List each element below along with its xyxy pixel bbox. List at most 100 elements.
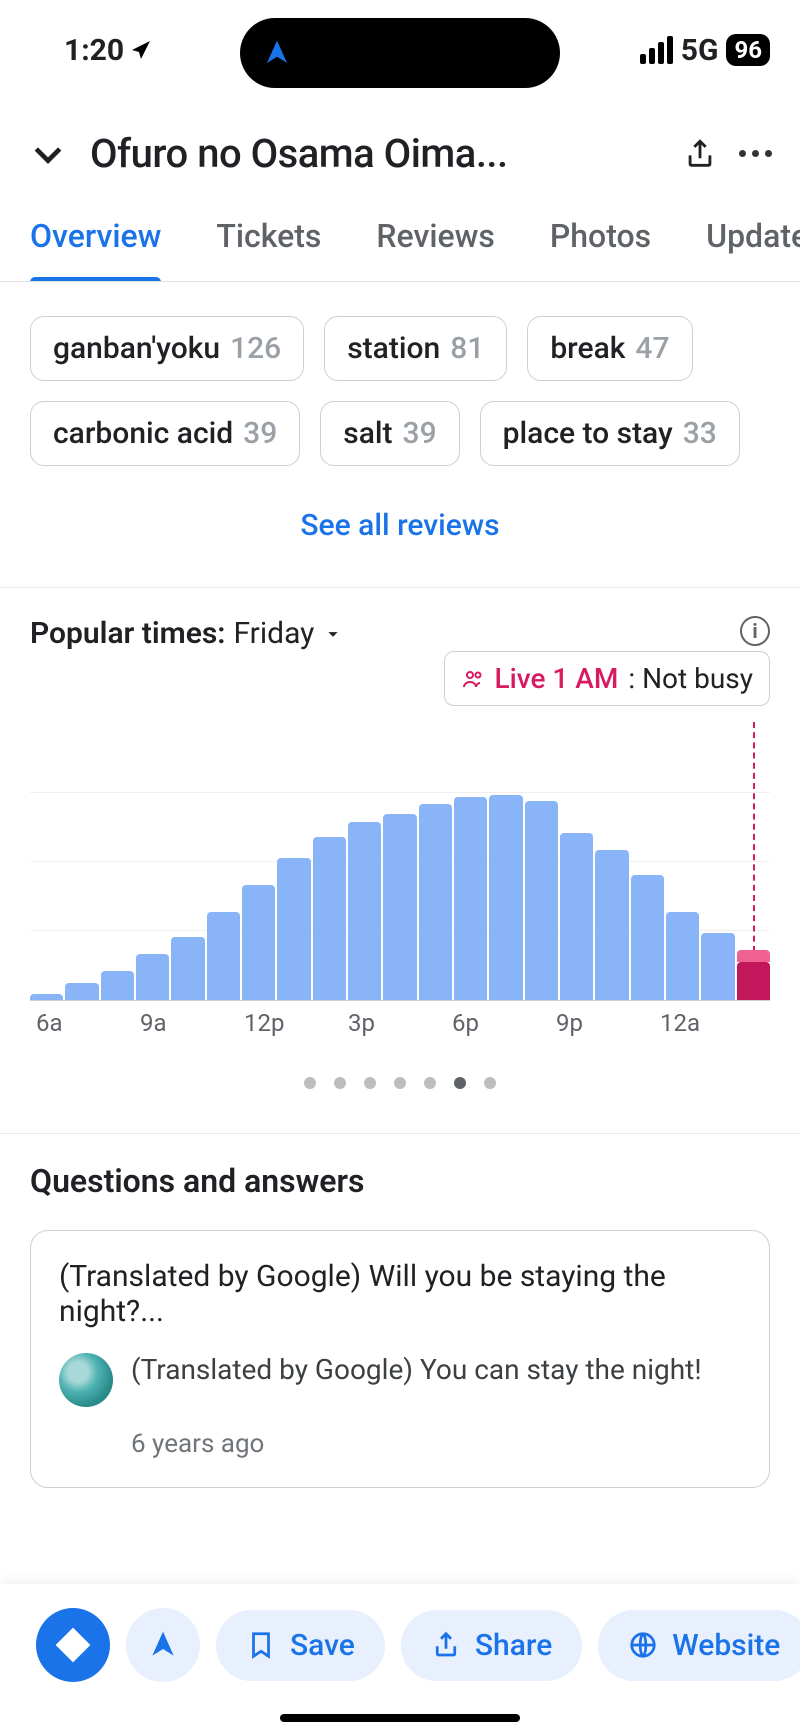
popular-times-header[interactable]: Popular times: Friday (30, 616, 770, 651)
chip-label: break (550, 331, 625, 366)
chart-bar[interactable] (30, 994, 63, 1000)
x-tick: 3p (348, 1009, 452, 1037)
status-time: 1:20 (64, 33, 124, 68)
location-arrow-icon (130, 38, 154, 62)
share-header-button[interactable] (683, 137, 717, 171)
cellular-signal-icon (640, 36, 673, 64)
share-icon (431, 1630, 461, 1660)
start-nav-button[interactable] (126, 1608, 200, 1682)
review-chip[interactable]: break 47 (527, 316, 692, 381)
chart-bar[interactable] (207, 912, 240, 1000)
chart-bar[interactable] (631, 875, 664, 1000)
collapse-button[interactable] (28, 134, 68, 174)
chart-bar[interactable] (313, 837, 346, 1000)
qa-answer: (Translated by Google) You can stay the … (131, 1353, 702, 1386)
bottom-action-bar: Save Share Website (0, 1584, 800, 1734)
live-badge: Live 1 AM : Not busy (444, 651, 771, 706)
chart-bar[interactable] (65, 983, 98, 1000)
home-indicator[interactable] (280, 1714, 520, 1722)
share-button[interactable]: Share (401, 1610, 582, 1681)
info-icon: i (752, 619, 757, 643)
dynamic-island[interactable] (240, 18, 560, 88)
chart-bar[interactable] (101, 971, 134, 1000)
chart-bar[interactable] (595, 850, 628, 1000)
tab-reviews[interactable]: Reviews (376, 217, 494, 281)
review-chip[interactable]: ganban'yoku126 (30, 316, 304, 381)
chart-bar[interactable] (701, 933, 734, 1000)
chart-bar[interactable] (737, 962, 770, 1000)
x-tick: 12p (244, 1009, 348, 1037)
share-label: Share (475, 1628, 552, 1663)
review-chip[interactable]: salt39 (320, 401, 459, 466)
chart-bar[interactable] (242, 885, 275, 1000)
review-chip[interactable]: carbonic acid39 (30, 401, 300, 466)
pagination-dot[interactable] (334, 1077, 346, 1089)
chip-count: 39 (243, 416, 277, 451)
network-type: 5G (681, 33, 719, 68)
bookmark-icon (246, 1630, 276, 1660)
review-chip[interactable]: station81 (324, 316, 507, 381)
globe-icon (628, 1630, 658, 1660)
qa-timestamp: 6 years ago (131, 1429, 741, 1459)
review-chip[interactable]: place to stay 33 (480, 401, 740, 466)
chart-bars (30, 791, 770, 1000)
see-all-reviews-link[interactable]: See all reviews (30, 466, 770, 587)
chip-count: 81 (450, 331, 484, 366)
pagination-dot[interactable] (424, 1077, 436, 1089)
chart-area (30, 791, 770, 1001)
chip-count: 47 (635, 331, 669, 366)
chip-label: salt (343, 416, 392, 451)
pagination-dot[interactable] (304, 1077, 316, 1089)
chart-bar[interactable] (383, 814, 416, 1000)
chart-bar[interactable] (525, 801, 558, 1000)
chart-bar[interactable] (277, 858, 310, 1000)
chart-bar[interactable] (560, 833, 593, 1000)
website-button[interactable]: Website (598, 1610, 800, 1681)
qa-title: Questions and answers (30, 1162, 770, 1200)
pagination-dot[interactable] (364, 1077, 376, 1089)
pagination-dot[interactable] (394, 1077, 406, 1089)
directions-button[interactable] (36, 1608, 110, 1682)
qa-section: Questions and answers (Translated by Goo… (0, 1134, 800, 1488)
chart-bar[interactable] (171, 937, 204, 1000)
chart-bar[interactable] (419, 804, 452, 1000)
chart-bar[interactable] (454, 797, 487, 1000)
more-button[interactable] (739, 150, 772, 157)
chart-x-axis: 6a9a12p3p6p9p12a (30, 1001, 770, 1037)
nav-arrow-icon (262, 38, 292, 68)
share-icon (683, 137, 717, 171)
chip-count: 33 (683, 416, 717, 451)
nav-arrow-icon (147, 1629, 179, 1661)
popular-times-chart: Live 1 AM : Not busy 6a9a12p3p6p9p12a (30, 651, 770, 1047)
chart-bar[interactable] (489, 795, 522, 1000)
day-pagination-dots[interactable] (30, 1047, 770, 1123)
qa-card[interactable]: (Translated by Google) Will you be stayi… (30, 1230, 770, 1488)
directions-icon (54, 1626, 92, 1664)
info-button[interactable]: i (740, 616, 770, 646)
save-button[interactable]: Save (216, 1610, 385, 1681)
chart-bar-live-typical (737, 950, 770, 963)
status-bar: 1:20 5G 96 (0, 0, 800, 100)
live-status: : Not busy (628, 662, 753, 695)
avatar (59, 1353, 113, 1407)
live-time: Live 1 AM (495, 662, 619, 695)
chevron-down-icon (28, 134, 68, 174)
chip-label: place to stay (503, 416, 673, 451)
tab-overview[interactable]: Overview (30, 217, 161, 281)
tab-updates[interactable]: Updates (706, 217, 800, 281)
caret-down-icon (322, 623, 344, 645)
x-tick: 12a (660, 1009, 764, 1037)
tab-photos[interactable]: Photos (550, 217, 651, 281)
chart-bar[interactable] (666, 912, 699, 1000)
page-title: Ofuro no Osama Oima... (90, 130, 661, 177)
chart-bar[interactable] (348, 822, 381, 1000)
pagination-dot[interactable] (484, 1077, 496, 1089)
chart-bar[interactable] (136, 954, 169, 1000)
pagination-dot[interactable] (454, 1077, 466, 1089)
battery-badge: 96 (726, 34, 770, 66)
popular-times-label: Popular times: (30, 616, 225, 651)
x-tick: 6p (452, 1009, 556, 1037)
people-icon (461, 667, 485, 691)
chip-count: 126 (230, 331, 281, 366)
tab-tickets[interactable]: Tickets (216, 217, 321, 281)
